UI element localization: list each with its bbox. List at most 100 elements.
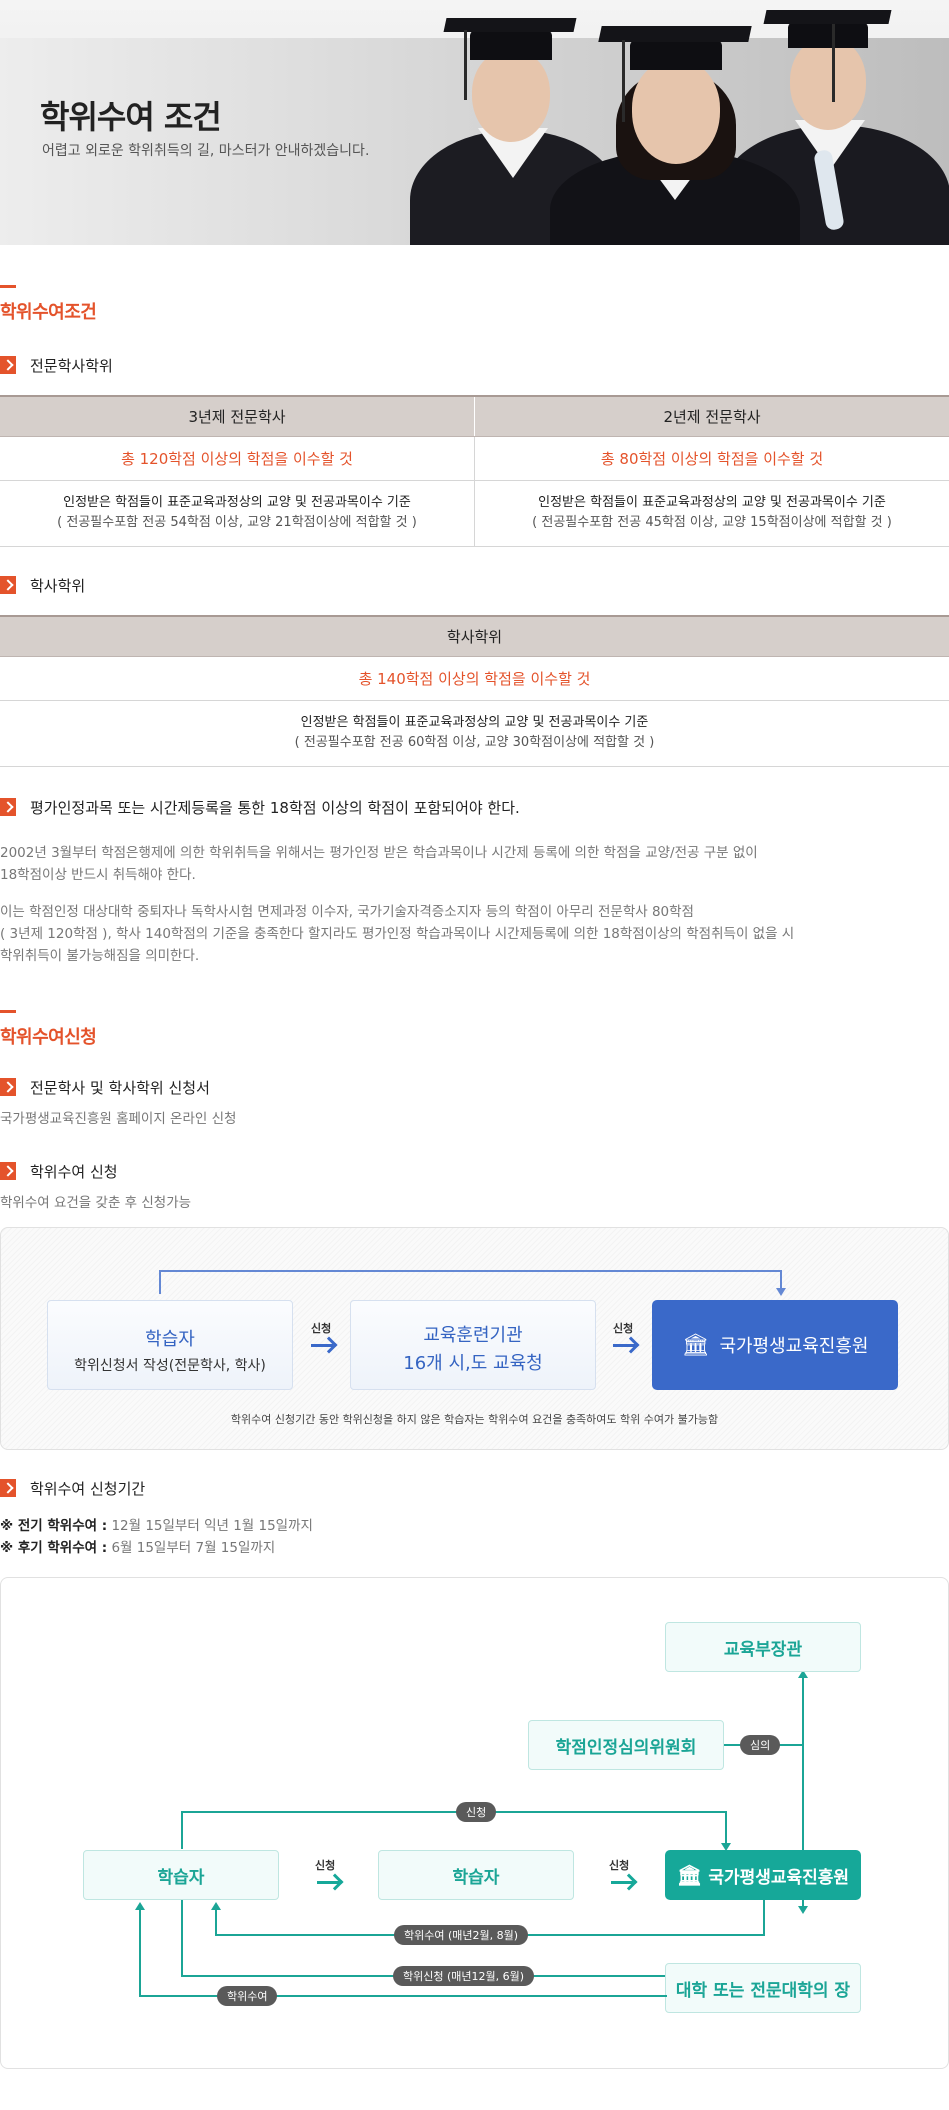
chevron-right-icon — [0, 1078, 16, 1096]
text-line: ( 3년제 120학점 ), 학사 140학점의 기준을 충족한다 할지라도 평… — [0, 926, 795, 942]
flow-connector — [181, 1900, 183, 1976]
flow-box-institution: 교육훈련기관 16개 시,도 교육청 — [350, 1300, 596, 1390]
flow-box-title: 16개 시,도 교육청 — [403, 1353, 543, 1374]
flow-connector — [763, 1900, 765, 1936]
step-label: 신청 — [613, 1322, 634, 1335]
text-line: 학위취득이 불가능해짐을 의미한다. — [0, 948, 200, 964]
chevron-right-icon — [0, 1162, 16, 1180]
text-line: 18학점이상 반드시 취득해야 한다. — [0, 867, 196, 883]
apply-text: 학위수여 요건을 갖춘 후 신청가능 — [0, 1195, 192, 1211]
professional-degree-table: 3년제 전문학사 2년제 전문학사 총 120학점 이상의 학점을 이수할 것 … — [0, 395, 949, 547]
requirement-bachelor: 총 140학점 이상의 학점을 이수할 것 — [0, 656, 949, 701]
description-detail: ( 전공필수포함 전공 54학점 이상, 교양 21학점이상에 적합할 것 ) — [57, 515, 417, 530]
flow-connector — [181, 1811, 726, 1813]
subheading-note: 평가인정과목 또는 시간제등록을 통한 18학점 이상의 학점이 포함되어야 한… — [0, 797, 520, 817]
section-title-application: 학위수여신청 — [0, 1027, 97, 1048]
subheading-label: 학사학위 — [30, 576, 86, 595]
flow-connector — [139, 1908, 141, 1997]
award-pill: 학위수여 (매년2월, 8월) — [394, 1925, 529, 1945]
description-3year: 인정받은 학점들이 표준교육과정상의 교양 및 전공과목이수 기준 ( 전공필수… — [0, 480, 475, 547]
step-label: 신청 — [315, 1859, 336, 1872]
flow-connector — [159, 1270, 161, 1294]
period-list: ※ 전기 학위수여 : 12월 15일부터 익년 1월 15일까지 ※ 후기 학… — [0, 1515, 313, 1559]
arrow-right-icon — [613, 1344, 635, 1347]
step-label: 신청 — [311, 1322, 332, 1335]
chevron-right-icon — [0, 1479, 16, 1497]
table-header-3year: 3년제 전문학사 — [0, 395, 475, 437]
subheading-period: 학위수여 신청기간 — [0, 1478, 145, 1498]
flow-box-title: 국가평생교육진흥원 — [708, 1867, 850, 1888]
page-subtitle: 어렵고 외로운 학위취득의 길, 마스터가 안내하겠습니다. — [42, 143, 370, 159]
section-marker — [0, 1010, 16, 1013]
arrow-down-icon — [798, 1906, 808, 1914]
table-header-bachelor: 학사학위 — [0, 615, 949, 657]
flow-box-nile: 🏛 국가평생교육진흥원 — [665, 1850, 861, 1900]
period-value: 6월 15일부터 7월 15일까지 — [107, 1540, 276, 1556]
flow-box-learner-2: 학습자 — [378, 1850, 574, 1900]
chevron-right-icon — [0, 798, 16, 816]
description-2year: 인정받은 학점들이 표준교육과정상의 교양 및 전공과목이수 기준 ( 전공필수… — [474, 480, 949, 547]
description-detail: ( 전공필수포함 전공 45학점 이상, 교양 15학점이상에 적합할 것 ) — [532, 515, 892, 530]
subheading-apply-form: 전문학사 및 학사학위 신청서 — [0, 1077, 210, 1097]
arrow-up-icon — [211, 1902, 221, 1910]
flow-box-title: 학습자 — [145, 1329, 195, 1350]
description-main: 인정받은 학점들이 표준교육과정상의 교양 및 전공과목이수 기준 — [300, 715, 649, 730]
flow-connector — [181, 1811, 183, 1849]
arrow-up-icon — [135, 1902, 145, 1910]
subheading-label: 평가인정과목 또는 시간제등록을 통한 18학점 이상의 학점이 포함되어야 한… — [30, 798, 520, 817]
flow-box-learner: 학습자 — [83, 1850, 279, 1900]
review-pill: 심의 — [740, 1735, 781, 1755]
subheading-bachelor: 학사학위 — [0, 575, 85, 595]
flow-box-nile: 🏛 국가평생교육진흥원 — [652, 1300, 898, 1390]
flow-box-title: 국가평생교육진흥원 — [719, 1336, 869, 1357]
text-line: 이는 학점인정 대상대학 중퇴자나 독학사시험 면제과정 이수자, 국가기술자격… — [0, 904, 694, 920]
chevron-right-icon — [0, 576, 16, 594]
bachelor-degree-table: 학사학위 총 140학점 이상의 학점을 이수할 것 인정받은 학점들이 표준교… — [0, 615, 949, 767]
period-item: ※ 전기 학위수여 : 12월 15일부터 익년 1월 15일까지 — [0, 1515, 313, 1537]
section-marker — [0, 285, 16, 288]
flow-box-learner: 학습자 학위신청서 작성(전문학사, 학사) — [47, 1300, 293, 1390]
chevron-right-icon — [0, 356, 16, 374]
subheading-label: 전문학사 및 학사학위 신청서 — [30, 1078, 210, 1097]
arrow-right-icon — [611, 1881, 633, 1884]
flow-connector — [725, 1811, 727, 1843]
description-main: 인정받은 학점들이 표준교육과정상의 교양 및 전공과목이수 기준 — [538, 495, 886, 510]
subheading-apply: 학위수여 신청 — [0, 1161, 118, 1181]
flow-box-ministry: 교육부장관 — [665, 1622, 861, 1672]
flow-note: 학위수여 신청기간 동안 학위신청을 하지 않은 학습자는 학위수여 요건을 충… — [230, 1413, 719, 1426]
apply-pill: 신청 — [456, 1802, 497, 1822]
degree-award-flow-diagram: 교육부장관 학점인정심의위원회 심의 신청 학습자 신청 학습자 신청 🏛 국가… — [0, 1577, 949, 2069]
requirement-3year: 총 120학점 이상의 학점을 이수할 것 — [0, 436, 475, 481]
requirement-2year: 총 80학점 이상의 학점을 이수할 것 — [474, 436, 949, 481]
arrow-right-icon — [311, 1344, 333, 1347]
period-label: ※ 전기 학위수여 : — [0, 1518, 108, 1534]
subheading-professional: 전문학사학위 — [0, 355, 113, 375]
arrow-right-icon — [317, 1881, 339, 1884]
description-bachelor: 인정받은 학점들이 표준교육과정상의 교양 및 전공과목이수 기준 ( 전공필수… — [0, 700, 949, 767]
text-line: 2002년 3월부터 학점은행제에 의한 학위취득을 위해서는 평가인정 받은 … — [0, 845, 758, 861]
step-label: 신청 — [609, 1859, 630, 1872]
note-paragraph-2: 이는 학점인정 대상대학 중퇴자나 독학사시험 면제과정 이수자, 국가기술자격… — [0, 901, 794, 967]
flow-connector — [780, 1270, 782, 1290]
subheading-label: 전문학사학위 — [30, 356, 113, 375]
application-flow-diagram: 학습자 학위신청서 작성(전문학사, 학사) 신청 교육훈련기관 16개 시,도… — [0, 1227, 949, 1450]
flow-connector — [215, 1908, 217, 1936]
top-banner: 학위수여 조건 어렵고 외로운 학위취득의 길, 마스터가 안내하겠습니다. — [0, 0, 949, 245]
institution-icon: 🏛 — [681, 1332, 710, 1358]
apply-period-pill: 학위신청 (매년12월, 6월) — [393, 1966, 535, 1986]
arrow-down-icon — [776, 1288, 786, 1296]
description-detail: ( 전공필수포함 전공 60학점 이상, 교양 30학점이상에 적합할 것 ) — [294, 735, 655, 750]
subheading-label: 학위수여 신청기간 — [30, 1479, 146, 1498]
period-value: 12월 15일부터 익년 1월 15일까지 — [107, 1518, 313, 1534]
flow-box-university: 대학 또는 전문대학의 장 — [665, 1963, 861, 2013]
apply-form-text: 국가평생교육진흥원 홈페이지 온라인 신청 — [0, 1111, 237, 1127]
period-label: ※ 후기 학위수여 : — [0, 1540, 108, 1556]
flow-box-title: 교육훈련기관 — [423, 1325, 523, 1346]
description-main: 인정받은 학점들이 표준교육과정상의 교양 및 전공과목이수 기준 — [63, 495, 411, 510]
period-item: ※ 후기 학위수여 : 6월 15일부터 7월 15일까지 — [0, 1537, 313, 1559]
flow-box-committee: 학점인정심의위원회 — [528, 1720, 724, 1770]
award-pill-2: 학위수여 — [217, 1986, 278, 2006]
note-paragraph-1: 2002년 3월부터 학점은행제에 의한 학위취득을 위해서는 평가인정 받은 … — [0, 842, 758, 886]
flow-connector — [159, 1270, 781, 1272]
page-title: 학위수여 조건 — [40, 98, 222, 136]
